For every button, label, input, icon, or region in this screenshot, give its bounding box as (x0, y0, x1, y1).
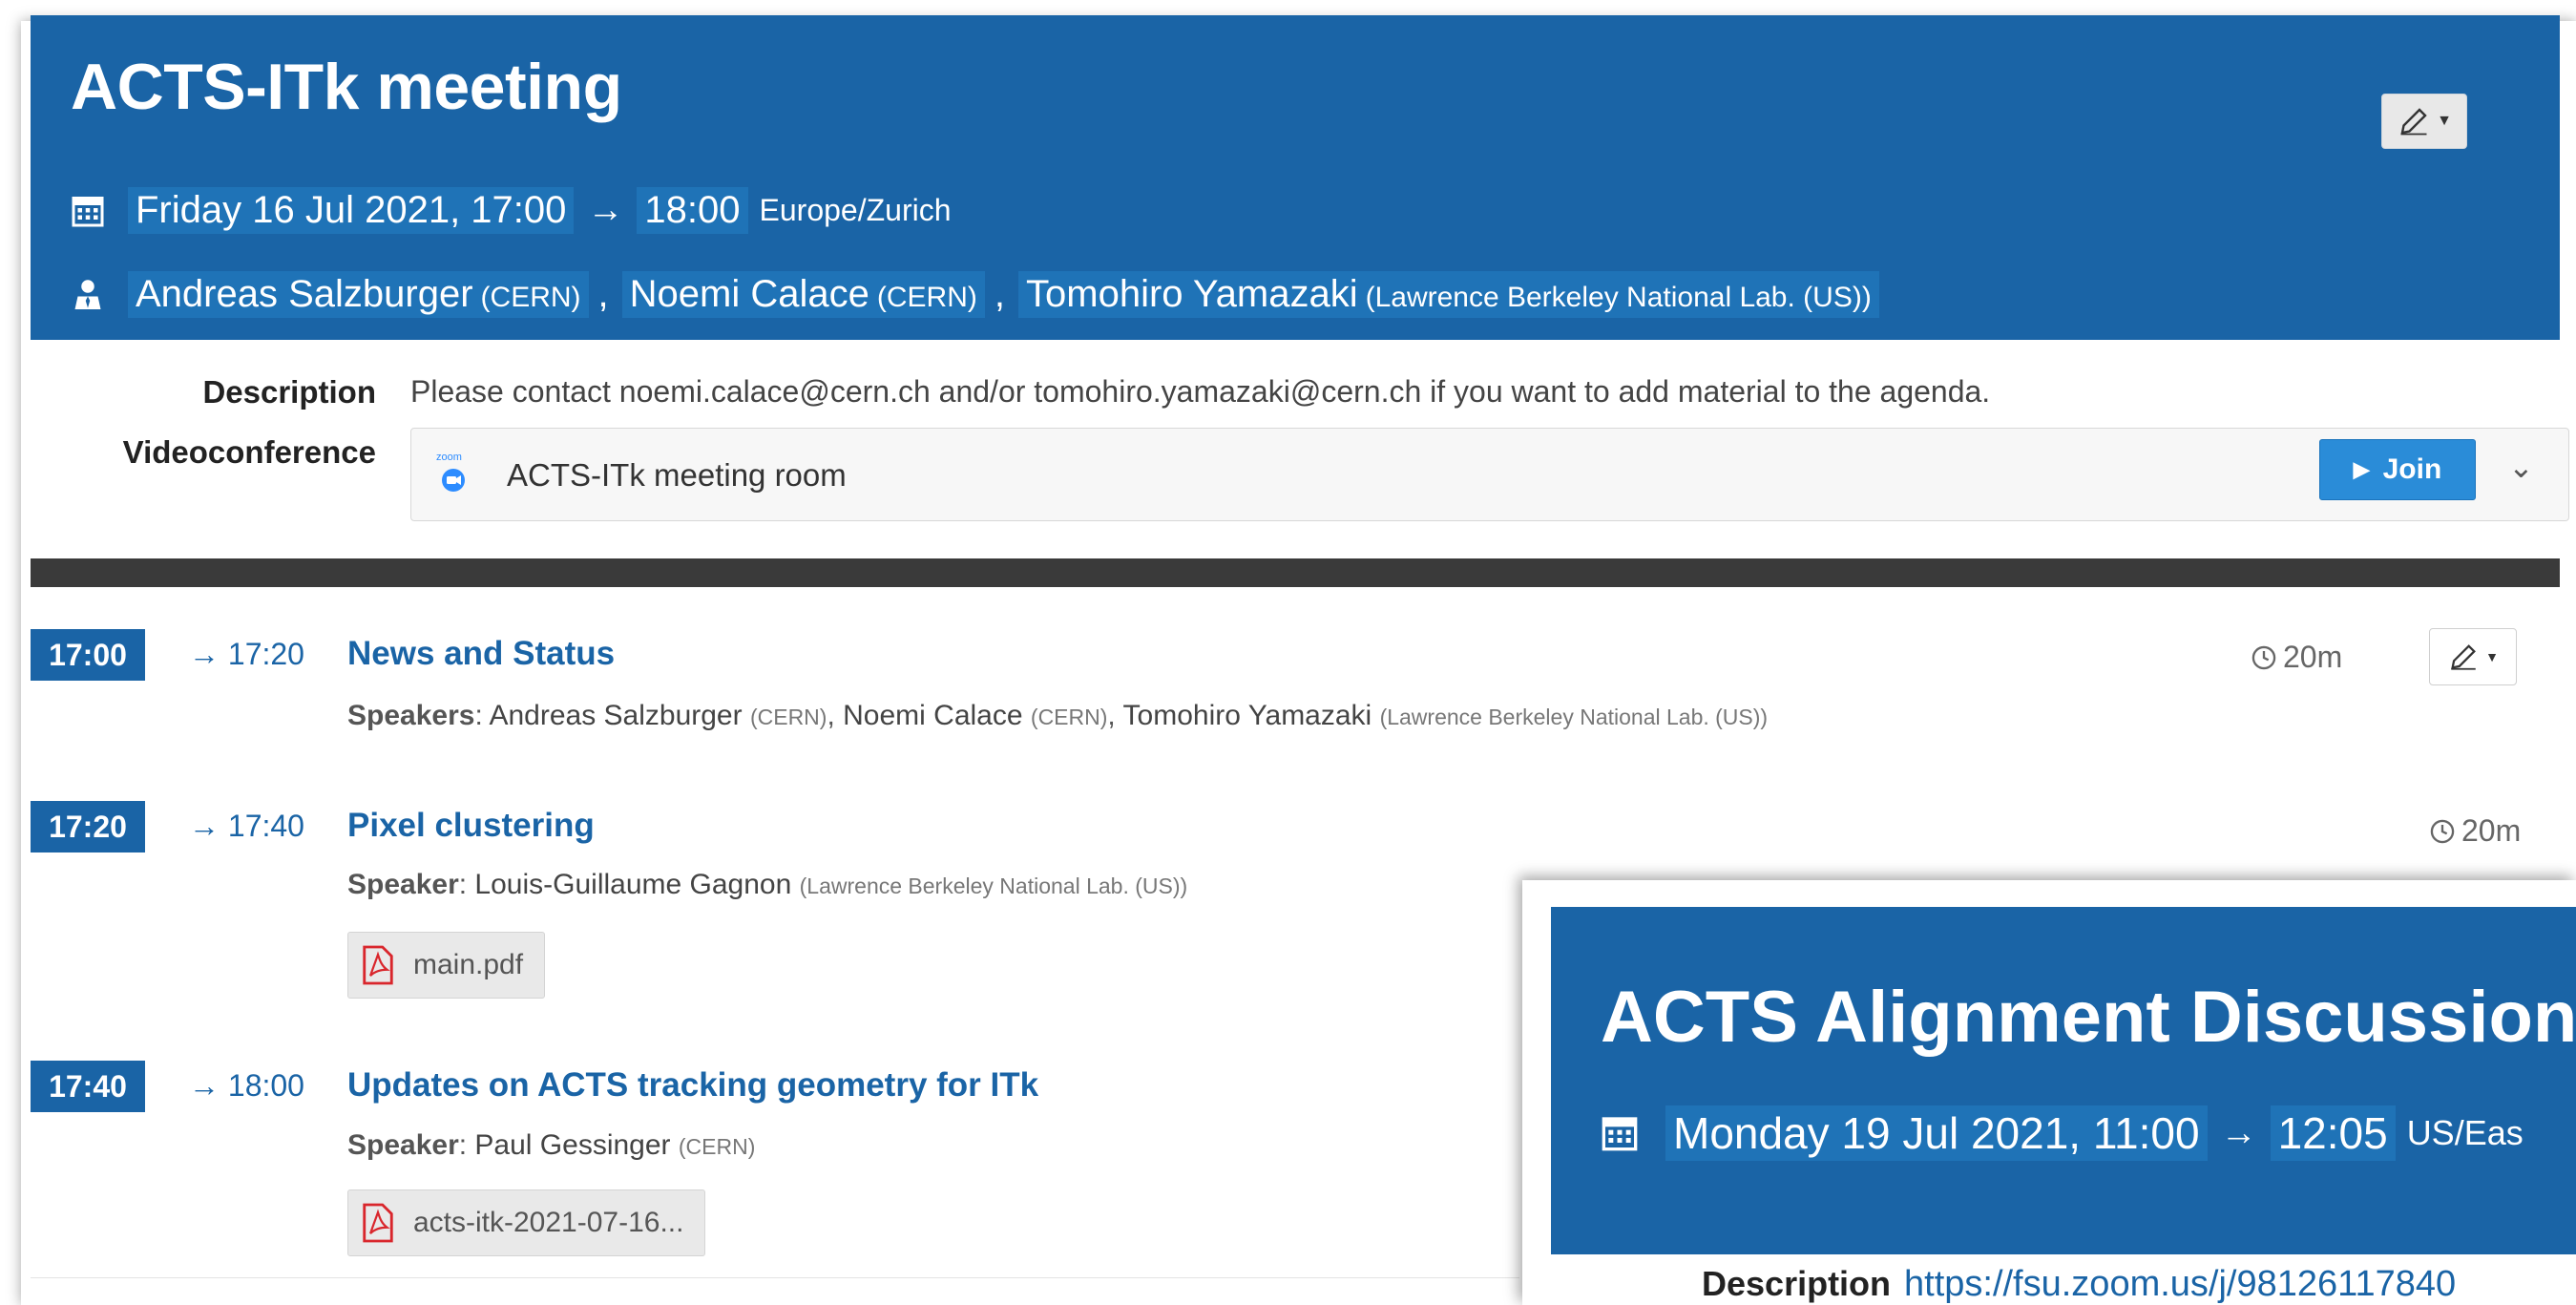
contribution-edit-button[interactable]: ▼ (2429, 628, 2517, 685)
contribution-start-time: 17:40 (31, 1061, 145, 1112)
contribution-start-time: 17:00 (31, 629, 145, 681)
event-date-row: Friday 16 Jul 2021, 17:00 → 18:00 Europe… (71, 187, 952, 234)
chair-affiliation: (CERN) (876, 282, 977, 313)
overlay-event-window: ACTS Alignment Discussion Monday 19 Jul … (1522, 880, 2576, 1305)
overlay-event-title: ACTS Alignment Discussion (1601, 977, 2576, 1058)
event-description: Please contact noemi.calace@cern.ch and/… (410, 374, 1991, 409)
pdf-icon (363, 945, 393, 985)
zoom-icon: zoom (436, 452, 465, 492)
join-button[interactable]: ▶ Join (2319, 439, 2476, 500)
contribution-end-time: → 17:20 (189, 637, 304, 671)
contribution-title[interactable]: Pixel clustering (347, 807, 595, 845)
timetable-divider (31, 558, 2560, 587)
contribution-end-time: → 18:00 (189, 1068, 304, 1103)
contribution-speakers: Speaker: Louis-Guillaume Gagnon (Lawrenc… (347, 869, 1188, 900)
separator: , (827, 700, 835, 731)
separator: , (994, 273, 1006, 315)
speaker-name[interactable]: Andreas Salzburger (489, 700, 742, 731)
calendar-icon (1602, 1117, 1638, 1151)
event-chairs-row: Andreas Salzburger (CERN) , Noemi Calace(… (71, 271, 1879, 318)
overlay-start-datetime: Monday 19 Jul 2021, 11:00 (1665, 1105, 2208, 1161)
svg-text:zoom: zoom (436, 452, 462, 463)
clock-icon (2251, 645, 2276, 669)
attachment-name: acts-itk-2021-07-16... (413, 1207, 684, 1238)
chair-name: Noemi Calace (629, 273, 869, 315)
speaker-label: Speaker (347, 1129, 459, 1161)
overlay-end-time: 12:05 (2270, 1105, 2396, 1161)
join-label: Join (2382, 453, 2442, 485)
separator: , (1107, 700, 1116, 731)
chevron-down-icon[interactable]: ⌄ (2508, 449, 2534, 485)
chair-2[interactable]: Noemi Calace (CERN) (621, 271, 985, 318)
event-header: ACTS-ITk meeting Friday 16 Jul 2021, 17:… (31, 15, 2560, 340)
pencil-icon (2400, 108, 2427, 136)
attachment-button[interactable]: main.pdf (347, 932, 546, 999)
duration-value: 20m (2461, 813, 2522, 848)
event-edit-button[interactable]: ▼ (2381, 94, 2467, 149)
event-timezone: Europe/Zurich (759, 193, 952, 227)
description-label: Description (202, 374, 376, 410)
contribution-end-time: → 17:40 (189, 809, 304, 843)
videoconference-box: zoom ACTS-ITk meeting room (410, 428, 2569, 521)
overlay-timezone: US/Eas (2406, 1113, 2524, 1152)
contribution-title[interactable]: News and Status (347, 635, 615, 673)
overlay-description-label: Description (1702, 1264, 1892, 1303)
arrow-icon: → (587, 190, 624, 230)
arrow-icon: → (2220, 1112, 2257, 1153)
contribution-start-time: 17:20 (31, 801, 145, 852)
event-end-time: 18:00 (637, 187, 748, 234)
contribution-title[interactable]: Updates on ACTS tracking geometry for IT… (347, 1066, 1038, 1105)
speaker-affiliation: (CERN) (749, 705, 827, 729)
speaker-affiliation: (CERN) (678, 1134, 756, 1159)
chair-name: Tomohiro Yamazaki (1026, 273, 1358, 315)
play-icon: ▶ (2353, 457, 2370, 481)
duration-value: 20m (2283, 640, 2343, 674)
caret-down-icon: ▼ (2437, 113, 2452, 129)
speaker-affiliation: (Lawrence Berkeley National Lab. (US)) (1379, 705, 1769, 729)
overlay-description-link[interactable]: https://fsu.zoom.us/j/98126117840 (1904, 1264, 2456, 1305)
calendar-icon (72, 196, 104, 226)
contribution-speakers: Speakers: Andreas Salzburger (CERN), Noe… (347, 700, 1769, 731)
speaker-name[interactable]: Tomohiro Yamazaki (1123, 700, 1372, 731)
event-start-datetime: Friday 16 Jul 2021, 17:00 (128, 187, 575, 234)
caret-down-icon: ▼ (2485, 649, 2499, 664)
chair-1[interactable]: Andreas Salzburger (CERN) (128, 271, 589, 318)
pdf-icon (363, 1203, 393, 1243)
speaker-affiliation: (CERN) (1030, 705, 1108, 729)
event-title: ACTS-ITk meeting (71, 51, 622, 123)
pencil-icon (2451, 644, 2476, 670)
separator: , (597, 273, 609, 315)
speaker-name[interactable]: Noemi Calace (843, 700, 1022, 731)
speaker-name[interactable]: Louis-Guillaume Gagnon (474, 869, 791, 900)
speaker-label: Speaker (347, 869, 459, 900)
attachment-name: main.pdf (413, 949, 524, 980)
videoconference-label: Videoconference (122, 434, 376, 470)
contribution-speakers: Speaker: Paul Gessinger (CERN) (347, 1129, 756, 1161)
contribution-duration: 20m (2251, 640, 2342, 675)
overlay-event-header: ACTS Alignment Discussion Monday 19 Jul … (1551, 907, 2576, 1254)
attachment-button[interactable]: acts-itk-2021-07-16... (347, 1189, 706, 1256)
overlay-event-date-row: Monday 19 Jul 2021, 11:00 → 12:05 US/Eas (1601, 1105, 2524, 1161)
contribution-duration: 20m (2429, 813, 2521, 849)
speakers-label: Speakers (347, 700, 475, 731)
speaker-affiliation: (Lawrence Berkeley National Lab. (US)) (799, 874, 1188, 898)
chair-3[interactable]: Tomohiro Yamazaki (Lawrence Berkeley Nati… (1018, 271, 1879, 318)
chair-affiliation: (CERN) (480, 282, 581, 313)
speaker-name[interactable]: Paul Gessinger (474, 1129, 670, 1161)
section-divider (31, 1277, 1519, 1278)
chair-name: Andreas Salzburger (136, 273, 473, 315)
videoconference-room-name: ACTS-ITk meeting room (507, 457, 847, 493)
chair-affiliation: (Lawrence Berkeley National Lab. (US)) (1365, 282, 1872, 313)
chairperson-icon (74, 279, 101, 309)
clock-icon (2430, 819, 2455, 843)
